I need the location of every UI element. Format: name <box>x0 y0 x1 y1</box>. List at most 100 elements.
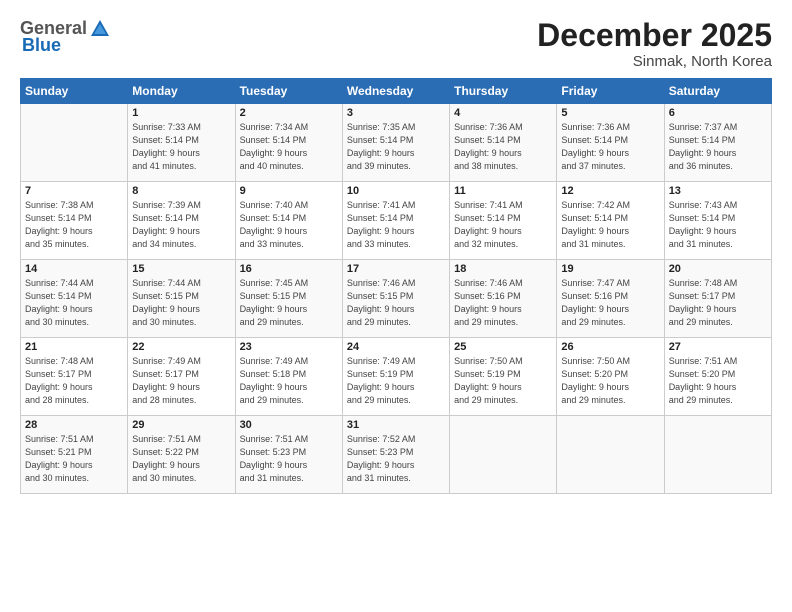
cell-info: Sunrise: 7:49 AM Sunset: 5:17 PM Dayligh… <box>132 355 230 407</box>
col-header-tuesday: Tuesday <box>235 79 342 104</box>
calendar-cell: 20 Sunrise: 7:48 AM Sunset: 5:17 PM Dayli… <box>664 260 771 338</box>
col-header-thursday: Thursday <box>450 79 557 104</box>
col-header-sunday: Sunday <box>21 79 128 104</box>
day-number: 12 <box>561 185 659 197</box>
cell-info: Sunrise: 7:48 AM Sunset: 5:17 PM Dayligh… <box>25 355 123 407</box>
cell-info: Sunrise: 7:49 AM Sunset: 5:19 PM Dayligh… <box>347 355 445 407</box>
day-number: 30 <box>240 419 338 431</box>
day-number: 24 <box>347 341 445 353</box>
calendar-cell: 25 Sunrise: 7:50 AM Sunset: 5:19 PM Dayli… <box>450 338 557 416</box>
day-number: 28 <box>25 419 123 431</box>
cell-info: Sunrise: 7:34 AM Sunset: 5:14 PM Dayligh… <box>240 121 338 173</box>
calendar-cell: 27Sunrise: 7:51 AM Sunset: 5:20 PM Dayli… <box>664 338 771 416</box>
cell-info: Sunrise: 7:33 AM Sunset: 5:14 PM Dayligh… <box>132 121 230 173</box>
day-number: 27 <box>669 341 767 353</box>
day-number: 16 <box>240 263 338 275</box>
day-number: 15 <box>132 263 230 275</box>
cell-info: Sunrise: 7:48 AM Sunset: 5:17 PM Dayligh… <box>669 277 767 329</box>
logo-icon <box>89 18 111 40</box>
week-row: 28 Sunrise: 7:51 AM Sunset: 5:21 PM Dayli… <box>21 416 772 494</box>
calendar-cell: 5Sunrise: 7:36 AM Sunset: 5:14 PM Daylig… <box>557 104 664 182</box>
calendar-table: SundayMondayTuesdayWednesdayThursdayFrid… <box>20 78 772 494</box>
day-number: 8 <box>132 185 230 197</box>
calendar-cell: 1Sunrise: 7:33 AM Sunset: 5:14 PM Daylig… <box>128 104 235 182</box>
calendar-cell: 7 Sunrise: 7:38 AM Sunset: 5:14 PM Daylig… <box>21 182 128 260</box>
cell-info: Sunrise: 7:51 AM Sunset: 5:23 PM Dayligh… <box>240 433 338 485</box>
cell-info: Sunrise: 7:37 AM Sunset: 5:14 PM Dayligh… <box>669 121 767 173</box>
week-row: 1Sunrise: 7:33 AM Sunset: 5:14 PM Daylig… <box>21 104 772 182</box>
cell-info: Sunrise: 7:46 AM Sunset: 5:15 PM Dayligh… <box>347 277 445 329</box>
calendar-cell: 17 Sunrise: 7:46 AM Sunset: 5:15 PM Dayli… <box>342 260 449 338</box>
day-number: 20 <box>669 263 767 275</box>
calendar-cell: 16 Sunrise: 7:45 AM Sunset: 5:15 PM Dayli… <box>235 260 342 338</box>
calendar-cell: 31Sunrise: 7:52 AM Sunset: 5:23 PM Dayli… <box>342 416 449 494</box>
header-row: SundayMondayTuesdayWednesdayThursdayFrid… <box>21 79 772 104</box>
cell-info: Sunrise: 7:51 AM Sunset: 5:22 PM Dayligh… <box>132 433 230 485</box>
day-number: 2 <box>240 107 338 119</box>
cell-info: Sunrise: 7:47 AM Sunset: 5:16 PM Dayligh… <box>561 277 659 329</box>
page: General Blue December 2025 Sinmak, North… <box>0 0 792 612</box>
day-number: 9 <box>240 185 338 197</box>
cell-info: Sunrise: 7:49 AM Sunset: 5:18 PM Dayligh… <box>240 355 338 407</box>
cell-info: Sunrise: 7:50 AM Sunset: 5:19 PM Dayligh… <box>454 355 552 407</box>
calendar-cell: 2 Sunrise: 7:34 AM Sunset: 5:14 PM Daylig… <box>235 104 342 182</box>
day-number: 17 <box>347 263 445 275</box>
day-number: 14 <box>25 263 123 275</box>
calendar-cell: 6 Sunrise: 7:37 AM Sunset: 5:14 PM Daylig… <box>664 104 771 182</box>
calendar-cell: 8Sunrise: 7:39 AM Sunset: 5:14 PM Daylig… <box>128 182 235 260</box>
day-number: 6 <box>669 107 767 119</box>
week-row: 21 Sunrise: 7:48 AM Sunset: 5:17 PM Dayli… <box>21 338 772 416</box>
col-header-monday: Monday <box>128 79 235 104</box>
cell-info: Sunrise: 7:38 AM Sunset: 5:14 PM Dayligh… <box>25 199 123 251</box>
day-number: 26 <box>561 341 659 353</box>
calendar-cell: 29 Sunrise: 7:51 AM Sunset: 5:22 PM Dayli… <box>128 416 235 494</box>
cell-info: Sunrise: 7:36 AM Sunset: 5:14 PM Dayligh… <box>561 121 659 173</box>
day-number: 22 <box>132 341 230 353</box>
day-number: 18 <box>454 263 552 275</box>
cell-info: Sunrise: 7:46 AM Sunset: 5:16 PM Dayligh… <box>454 277 552 329</box>
page-title: December 2025 <box>537 18 772 53</box>
calendar-cell: 26 Sunrise: 7:50 AM Sunset: 5:20 PM Dayli… <box>557 338 664 416</box>
cell-info: Sunrise: 7:40 AM Sunset: 5:14 PM Dayligh… <box>240 199 338 251</box>
page-subtitle: Sinmak, North Korea <box>537 53 772 70</box>
col-header-saturday: Saturday <box>664 79 771 104</box>
cell-info: Sunrise: 7:51 AM Sunset: 5:21 PM Dayligh… <box>25 433 123 485</box>
week-row: 7 Sunrise: 7:38 AM Sunset: 5:14 PM Daylig… <box>21 182 772 260</box>
calendar-cell: 24 Sunrise: 7:49 AM Sunset: 5:19 PM Dayli… <box>342 338 449 416</box>
calendar-cell: 15 Sunrise: 7:44 AM Sunset: 5:15 PM Dayli… <box>128 260 235 338</box>
day-number: 29 <box>132 419 230 431</box>
day-number: 3 <box>347 107 445 119</box>
calendar-cell: 23Sunrise: 7:49 AM Sunset: 5:18 PM Dayli… <box>235 338 342 416</box>
cell-info: Sunrise: 7:43 AM Sunset: 5:14 PM Dayligh… <box>669 199 767 251</box>
cell-info: Sunrise: 7:35 AM Sunset: 5:14 PM Dayligh… <box>347 121 445 173</box>
cell-info: Sunrise: 7:41 AM Sunset: 5:14 PM Dayligh… <box>454 199 552 251</box>
cell-info: Sunrise: 7:50 AM Sunset: 5:20 PM Dayligh… <box>561 355 659 407</box>
calendar-cell <box>21 104 128 182</box>
day-number: 11 <box>454 185 552 197</box>
calendar-cell: 9 Sunrise: 7:40 AM Sunset: 5:14 PM Daylig… <box>235 182 342 260</box>
day-number: 21 <box>25 341 123 353</box>
day-number: 10 <box>347 185 445 197</box>
calendar-cell: 13 Sunrise: 7:43 AM Sunset: 5:14 PM Dayli… <box>664 182 771 260</box>
calendar-cell: 10 Sunrise: 7:41 AM Sunset: 5:14 PM Dayli… <box>342 182 449 260</box>
day-number: 7 <box>25 185 123 197</box>
header: General Blue December 2025 Sinmak, North… <box>20 18 772 70</box>
col-header-friday: Friday <box>557 79 664 104</box>
cell-info: Sunrise: 7:36 AM Sunset: 5:14 PM Dayligh… <box>454 121 552 173</box>
calendar-cell: 18 Sunrise: 7:46 AM Sunset: 5:16 PM Dayli… <box>450 260 557 338</box>
calendar-cell: 19Sunrise: 7:47 AM Sunset: 5:16 PM Dayli… <box>557 260 664 338</box>
calendar-cell <box>450 416 557 494</box>
cell-info: Sunrise: 7:44 AM Sunset: 5:15 PM Dayligh… <box>132 277 230 329</box>
calendar-cell <box>557 416 664 494</box>
title-block: December 2025 Sinmak, North Korea <box>537 18 772 70</box>
cell-info: Sunrise: 7:41 AM Sunset: 5:14 PM Dayligh… <box>347 199 445 251</box>
calendar-cell: 12 Sunrise: 7:42 AM Sunset: 5:14 PM Dayli… <box>557 182 664 260</box>
calendar-cell: 21 Sunrise: 7:48 AM Sunset: 5:17 PM Dayli… <box>21 338 128 416</box>
day-number: 25 <box>454 341 552 353</box>
col-header-wednesday: Wednesday <box>342 79 449 104</box>
calendar-cell: 3 Sunrise: 7:35 AM Sunset: 5:14 PM Daylig… <box>342 104 449 182</box>
day-number: 13 <box>669 185 767 197</box>
calendar-cell: 4Sunrise: 7:36 AM Sunset: 5:14 PM Daylig… <box>450 104 557 182</box>
cell-info: Sunrise: 7:42 AM Sunset: 5:14 PM Dayligh… <box>561 199 659 251</box>
cell-info: Sunrise: 7:45 AM Sunset: 5:15 PM Dayligh… <box>240 277 338 329</box>
